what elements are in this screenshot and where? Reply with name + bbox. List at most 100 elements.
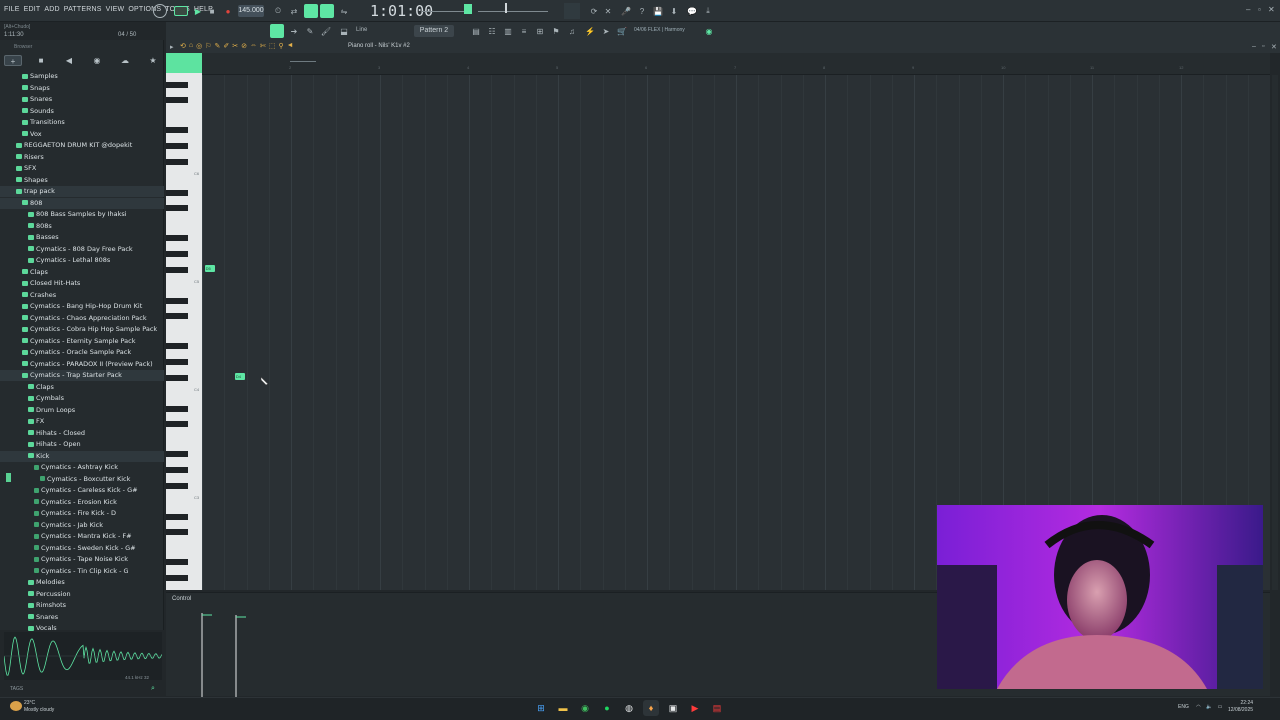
- browser-file-item[interactable]: Cymatics - Tin Clip Kick - G: [0, 566, 164, 577]
- browser-file-item[interactable]: Cymatics - Fire Kick - D: [0, 508, 164, 519]
- file-explorer-icon[interactable]: ▬: [555, 700, 571, 716]
- stamp-icon[interactable]: ⬓: [338, 25, 350, 37]
- browser-folder-item[interactable]: Hihats - Closed: [0, 428, 164, 439]
- touch-icon[interactable]: ⚡: [584, 25, 596, 37]
- arrow-right-icon[interactable]: ➔: [288, 25, 300, 37]
- blend-icon[interactable]: ⇋: [338, 5, 350, 17]
- zoom-tool-icon[interactable]: ⚲: [279, 42, 284, 50]
- browser-file-item[interactable]: Cymatics - Jab Kick: [0, 520, 164, 531]
- black-key[interactable]: [166, 483, 188, 489]
- plugin-icon[interactable]: ⚑: [550, 25, 562, 37]
- browser-folder-item[interactable]: 808s: [0, 221, 164, 232]
- browser-folder-item[interactable]: Rimshots: [0, 600, 164, 611]
- maximize-icon[interactable]: ▫: [1258, 5, 1261, 14]
- wifi-icon[interactable]: ◠: [1196, 704, 1200, 710]
- menu-add[interactable]: ADD: [44, 6, 59, 13]
- menu-view[interactable]: VIEW: [106, 6, 125, 13]
- record-icon[interactable]: ●: [222, 5, 234, 17]
- black-key[interactable]: [166, 267, 188, 273]
- chat-icon[interactable]: 💬: [686, 5, 698, 17]
- browser-tab-all[interactable]: +: [4, 55, 22, 66]
- black-key[interactable]: [166, 205, 188, 211]
- black-key[interactable]: [166, 421, 188, 427]
- piano-roll-icon[interactable]: ≡: [518, 25, 530, 37]
- browser-folder-item[interactable]: Risers: [0, 152, 164, 163]
- browser-folder-item[interactable]: Cymatics - Bang Hip-Hop Drum Kit: [0, 301, 164, 312]
- magnet-icon[interactable]: ⟲: [180, 42, 186, 50]
- browser-icon[interactable]: ⊞: [534, 25, 546, 37]
- snap-line-label[interactable]: Line: [356, 27, 367, 33]
- browser-folder-item[interactable]: trap pack: [0, 186, 164, 197]
- black-key[interactable]: [166, 343, 188, 349]
- browser-folder-item[interactable]: Claps: [0, 267, 164, 278]
- metronome-icon[interactable]: ⏲: [272, 5, 284, 17]
- browser-folder-item[interactable]: Cymatics - Oracle Sample Pack: [0, 347, 164, 358]
- browser-folder-item[interactable]: Sounds: [0, 106, 164, 117]
- browser-folder-item[interactable]: Snaps: [0, 83, 164, 94]
- browser-file-item[interactable]: Cymatics - Erosion Kick: [0, 497, 164, 508]
- windows-start-icon[interactable]: ⊞: [533, 700, 549, 716]
- browser-scroll-marker[interactable]: [6, 473, 11, 482]
- black-key[interactable]: [166, 143, 188, 149]
- browser-folder-item[interactable]: 808 Bass Samples by Ihaksi: [0, 209, 164, 220]
- black-key[interactable]: [166, 97, 188, 103]
- select-tool-icon[interactable]: ⬚: [269, 42, 276, 50]
- black-key[interactable]: [166, 406, 188, 412]
- browser-folder-item[interactable]: Crashes: [0, 290, 164, 301]
- master-volume-handle[interactable]: [464, 4, 472, 14]
- pattern-selector[interactable]: Pattern 2: [414, 25, 454, 37]
- wait-icon[interactable]: ⇄: [288, 5, 300, 17]
- language-indicator[interactable]: ENG: [1178, 704, 1189, 710]
- mixer-icon[interactable]: ☷: [486, 25, 498, 37]
- delete-tool-icon[interactable]: ✂: [232, 42, 238, 50]
- play-cursor-icon[interactable]: ⌂: [189, 42, 193, 50]
- pr-minimize-icon[interactable]: –: [1252, 43, 1256, 50]
- step-edit-icon[interactable]: [320, 4, 334, 18]
- black-key[interactable]: [166, 451, 188, 457]
- pattern-song-toggle[interactable]: [174, 6, 188, 16]
- close-icon[interactable]: ✕: [1268, 5, 1275, 14]
- help-icon[interactable]: ?: [636, 5, 648, 17]
- browser-folder-item[interactable]: Closed Hit-Hats: [0, 278, 164, 289]
- tags-label[interactable]: TAGS: [10, 686, 23, 692]
- piano-keyboard-scroll-top[interactable]: [166, 53, 202, 73]
- tempo-display[interactable]: 145.000: [238, 5, 264, 17]
- battery-icon[interactable]: ▭: [1218, 704, 1223, 710]
- channel-rack-icon[interactable]: ▥: [502, 25, 514, 37]
- browser-folder-item[interactable]: Percussion: [0, 589, 164, 600]
- record-option-icon[interactable]: ◎: [196, 42, 202, 50]
- brush-icon[interactable]: 🖌: [320, 25, 332, 37]
- browser-folder-item[interactable]: Melodies: [0, 577, 164, 588]
- browser-folder-item[interactable]: Cymatics - Trap Starter Pack: [0, 370, 164, 381]
- black-key[interactable]: [166, 82, 188, 88]
- black-key[interactable]: [166, 159, 188, 165]
- chrome-icon[interactable]: ◉: [577, 700, 593, 716]
- snap-toggle[interactable]: [270, 24, 284, 38]
- browser-folder-item[interactable]: SFX: [0, 163, 164, 174]
- black-key[interactable]: [166, 529, 188, 535]
- cpu-meter-icon[interactable]: [153, 4, 167, 18]
- browser-folder-item[interactable]: Cymatics - PARADOX II (Preview Pack): [0, 359, 164, 370]
- browser-file-item[interactable]: Cymatics - Boxcutter Kick: [0, 474, 164, 485]
- black-key[interactable]: [166, 375, 188, 381]
- browser-tab-project[interactable]: ■: [32, 55, 50, 66]
- spotify-icon[interactable]: ●: [599, 700, 615, 716]
- export-icon[interactable]: ⤓: [702, 5, 714, 17]
- browser-folder-item[interactable]: Cymatics - Chaos Appreciation Pack: [0, 313, 164, 324]
- browser-folder-item[interactable]: Shapes: [0, 175, 164, 186]
- tuner-icon[interactable]: ♫: [566, 25, 578, 37]
- black-key[interactable]: [166, 251, 188, 257]
- black-key[interactable]: [166, 127, 188, 133]
- browser-folder-item[interactable]: Transitions: [0, 117, 164, 128]
- stamp-option-icon[interactable]: ⚐: [205, 42, 211, 50]
- browser-tab-plugins[interactable]: ◉: [88, 55, 106, 66]
- browser-tab-cloud[interactable]: ☁: [116, 55, 134, 66]
- slice-tool-icon[interactable]: ✄: [260, 42, 266, 50]
- browser-folder-item[interactable]: Drum Loops: [0, 405, 164, 416]
- playback-tool-icon[interactable]: ◄: [287, 42, 294, 50]
- menu-patterns[interactable]: PATTERNS: [64, 6, 102, 13]
- obs-icon[interactable]: ◍: [621, 700, 637, 716]
- paint-tool-icon[interactable]: ✐: [223, 42, 229, 50]
- pitch-handle[interactable]: [505, 3, 507, 13]
- black-key[interactable]: [166, 467, 188, 473]
